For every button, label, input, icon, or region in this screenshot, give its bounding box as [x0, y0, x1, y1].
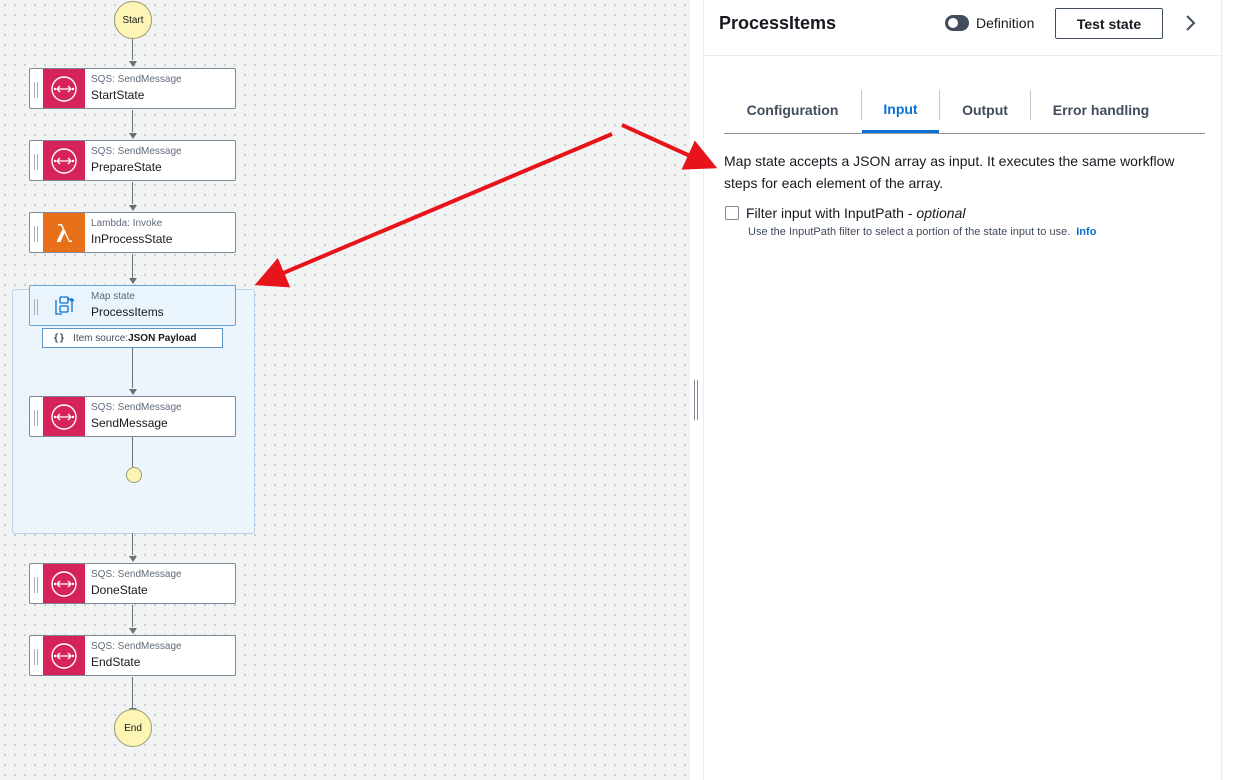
- filter-input-label[interactable]: Filter input with InputPath - optional: [746, 205, 965, 221]
- state-type: Map state: [91, 291, 135, 302]
- edge: [132, 38, 133, 60]
- state-type: Lambda: Invoke: [91, 218, 163, 229]
- map-input-description: Map state accepts a JSON array as input.…: [724, 153, 1175, 191]
- edge-arrow: [128, 389, 137, 395]
- inspector-tabs: Configuration Input Output Error handlin…: [724, 88, 1205, 134]
- state-name: DoneState: [91, 583, 148, 597]
- map-end-node: [126, 467, 142, 483]
- edge-arrow: [128, 205, 137, 211]
- state-name: PrepareState: [91, 160, 162, 174]
- edge: [132, 605, 133, 627]
- end-label: End: [124, 722, 142, 734]
- toggle-knob: [948, 18, 958, 28]
- item-source-prefix: Item source:: [73, 332, 129, 344]
- state-node-prepare-state[interactable]: SQS: SendMessage PrepareState: [29, 140, 236, 181]
- edge-arrow: [128, 278, 137, 284]
- state-name: InProcessState: [91, 232, 173, 246]
- workflow-canvas[interactable]: Start SQS: SendMessage StartState SQS: S…: [0, 0, 690, 780]
- end-node[interactable]: End: [114, 709, 152, 747]
- item-source-value: JSON Payload: [128, 332, 197, 344]
- tab-input[interactable]: Input: [862, 88, 939, 133]
- drag-handle[interactable]: [34, 226, 38, 242]
- state-type: SQS: SendMessage: [91, 74, 182, 85]
- state-name: SendMessage: [91, 416, 168, 430]
- sqs-icon: [43, 141, 85, 180]
- map-state-icon: [43, 286, 85, 325]
- drag-handle[interactable]: [34, 299, 38, 315]
- definition-toggle-label[interactable]: Definition: [976, 15, 1034, 31]
- edge: [132, 677, 133, 709]
- edge-arrow: [128, 628, 137, 634]
- filter-input-help-text: Use the InputPath filter to select a por…: [748, 226, 1071, 238]
- edge: [132, 437, 133, 467]
- filter-input-help: Use the InputPath filter to select a por…: [748, 226, 1096, 238]
- panel-title: ProcessItems: [719, 13, 837, 33]
- state-type: SQS: SendMessage: [91, 146, 182, 157]
- sqs-icon: [43, 69, 85, 108]
- optional-label: optional: [916, 205, 966, 221]
- state-node-start-state[interactable]: SQS: SendMessage StartState: [29, 68, 236, 109]
- state-node-in-process-state[interactable]: Lambda: Invoke InProcessState: [29, 212, 236, 253]
- splitter-handle[interactable]: [694, 380, 698, 420]
- edge-arrow: [128, 61, 137, 67]
- state-name: StartState: [91, 88, 145, 102]
- drag-handle[interactable]: [34, 649, 38, 665]
- edge: [132, 533, 133, 555]
- state-type: SQS: SendMessage: [91, 402, 182, 413]
- edge: [132, 182, 133, 204]
- sqs-icon: [43, 636, 85, 675]
- edge: [132, 348, 133, 388]
- lambda-icon: [43, 213, 85, 252]
- state-type: SQS: SendMessage: [91, 641, 182, 652]
- chevron-right-icon[interactable]: [1181, 13, 1201, 33]
- start-node[interactable]: Start: [114, 1, 152, 39]
- state-name: EndState: [91, 655, 141, 669]
- sqs-icon: [43, 397, 85, 436]
- inspector-panel: ProcessItems Definition Test state Confi…: [703, 0, 1223, 780]
- panel-header: ProcessItems Definition Test state: [704, 0, 1223, 56]
- definition-toggle[interactable]: [945, 15, 969, 31]
- edge-arrow: [128, 133, 137, 139]
- drag-handle[interactable]: [34, 154, 38, 170]
- state-type: SQS: SendMessage: [91, 569, 182, 580]
- item-source-badge[interactable]: {} Item source: JSON Payload: [42, 328, 223, 348]
- drag-handle[interactable]: [34, 410, 38, 426]
- state-node-send-message[interactable]: SQS: SendMessage SendMessage: [29, 396, 236, 437]
- sqs-icon: [43, 564, 85, 603]
- edge: [132, 254, 133, 278]
- filter-input-checkbox[interactable]: [725, 206, 739, 220]
- state-name: ProcessItems: [91, 305, 164, 319]
- edge: [132, 110, 133, 132]
- state-node-end-state[interactable]: SQS: SendMessage EndState: [29, 635, 236, 676]
- start-label: Start: [122, 14, 144, 26]
- drag-handle[interactable]: [34, 82, 38, 98]
- test-state-button[interactable]: Test state: [1055, 8, 1163, 39]
- filter-input-label-text: Filter input with InputPath -: [746, 205, 917, 221]
- tab-output[interactable]: Output: [940, 88, 1030, 132]
- state-node-process-items[interactable]: Map state ProcessItems: [29, 285, 236, 326]
- tab-error-handling[interactable]: Error handling: [1031, 88, 1171, 132]
- braces-icon: {}: [53, 332, 66, 344]
- state-node-done-state[interactable]: SQS: SendMessage DoneState: [29, 563, 236, 604]
- drag-handle[interactable]: [34, 577, 38, 593]
- info-link[interactable]: Info: [1076, 226, 1096, 238]
- edge-arrow: [128, 556, 137, 562]
- tab-configuration[interactable]: Configuration: [724, 88, 861, 132]
